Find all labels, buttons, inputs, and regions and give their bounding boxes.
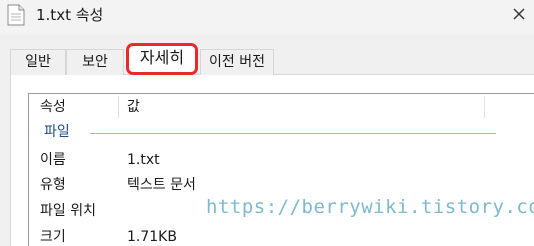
column-divider[interactable]	[118, 96, 119, 118]
text-file-icon	[7, 4, 25, 26]
group-label-file: 파일	[44, 124, 70, 140]
list-column-header	[28, 94, 534, 121]
row-location-property[interactable]: 파일 위치	[40, 202, 96, 220]
column-header-value[interactable]: 값	[127, 98, 140, 116]
tab-bar: 일반 보안 자세히 이전 버전	[0, 43, 534, 75]
row-size-value[interactable]: 1.71KB	[127, 228, 177, 246]
row-name-property[interactable]: 이름	[40, 151, 66, 169]
close-button[interactable]	[504, 2, 534, 28]
row-name-value[interactable]: 1.txt	[127, 151, 160, 169]
column-header-property[interactable]: 속성	[40, 98, 66, 116]
row-type-property[interactable]: 유형	[40, 176, 66, 194]
window-title: 1.txt 속성	[36, 6, 104, 24]
row-size-property[interactable]: 크기	[40, 228, 66, 246]
watermark-text: https://berrywiki.tistory.com	[206, 196, 534, 218]
close-icon	[513, 8, 525, 20]
title-bar: 1.txt 속성	[0, 0, 534, 34]
group-divider	[90, 133, 496, 134]
tab-security[interactable]: 보안	[66, 49, 124, 75]
tab-general[interactable]: 일반	[10, 49, 66, 75]
tab-previous-versions[interactable]: 이전 버전	[200, 49, 274, 75]
tab-details[interactable]: 자세히	[126, 43, 198, 75]
row-type-value[interactable]: 텍스트 문서	[127, 176, 196, 194]
column-divider[interactable]	[484, 96, 485, 118]
